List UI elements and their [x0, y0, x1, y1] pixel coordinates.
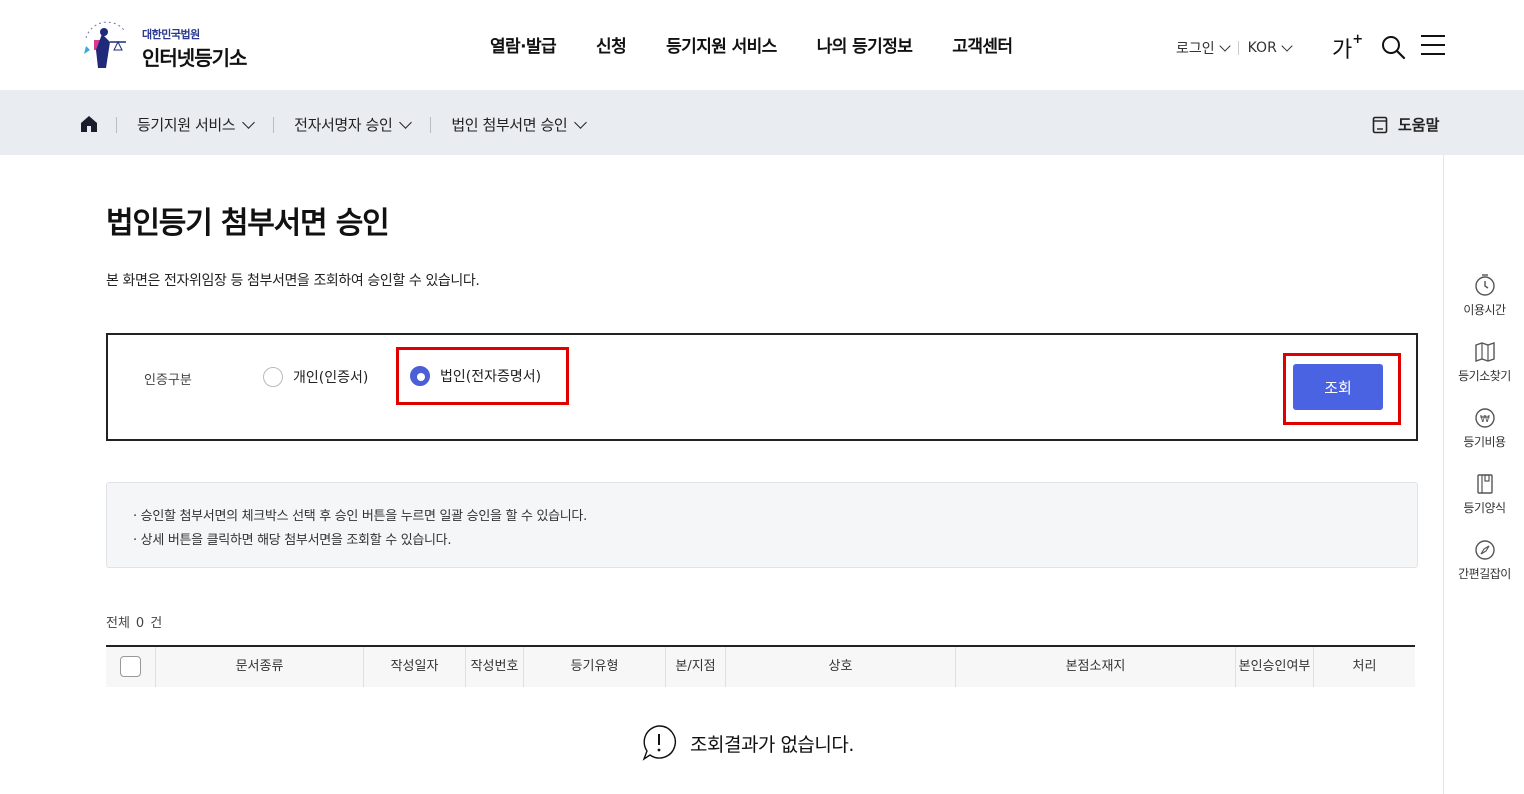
- book-icon: [1476, 474, 1493, 494]
- logo-subtitle: 대한민국법원: [142, 28, 200, 41]
- main-nav: 열람·발급 신청 등기지원 서비스 나의 등기정보 고객센터: [470, 32, 1032, 57]
- header-cell-self-approval[interactable]: 본인승인여부: [1236, 647, 1314, 687]
- compass-icon: [1474, 540, 1495, 560]
- quick-menu: 이용시간 등기소찾기 ₩ 등기비용 등기양식 간편길잡이: [1443, 155, 1524, 794]
- chevron-down-icon: [1218, 40, 1231, 52]
- nav-customer-center[interactable]: 고객센터: [932, 32, 1032, 57]
- breadcrumb-label: 법인 첨부서면 승인: [451, 116, 568, 134]
- empty-message: 조회결과가 없습니다.: [690, 733, 854, 756]
- query-button[interactable]: 조회: [1293, 364, 1383, 410]
- search-icon[interactable]: [1380, 34, 1406, 60]
- select-all-checkbox[interactable]: [120, 656, 141, 677]
- radio-personal-certificate[interactable]: 개인(인증서): [263, 367, 368, 387]
- clock-icon: [1474, 274, 1495, 296]
- divider: [116, 116, 117, 133]
- total-prefix: 전체: [106, 616, 130, 631]
- chevron-down-icon: [399, 116, 413, 129]
- utility-menu: 로그인 KOR: [1176, 38, 1293, 58]
- breadcrumb-item-support-services[interactable]: 등기지원 서비스: [137, 114, 256, 135]
- page-description: 본 화면은 전자위임장 등 첨부서면을 조회하여 승인할 수 있습니다.: [106, 273, 480, 289]
- notice-box: · 승인할 첨부서면의 체크박스 선택 후 승인 버튼을 누르면 일괄 승인을 …: [106, 482, 1418, 568]
- help-doc-icon: [1372, 116, 1388, 133]
- table-header: 문서종류 작성일자 작성번호 등기유형 본/지점 상호 본점소재지 본인승인여부…: [106, 645, 1415, 687]
- login-dropdown[interactable]: 로그인: [1176, 38, 1231, 58]
- divider: [1237, 41, 1239, 55]
- notice-line: · 승인할 첨부서면의 체크박스 선택 후 승인 버튼을 누르면 일괄 승인을 …: [133, 509, 587, 524]
- header-cell-hq-address[interactable]: 본점소재지: [956, 647, 1236, 687]
- divider: [430, 116, 432, 133]
- login-label: 로그인: [1176, 41, 1215, 57]
- result-count: 전체 0 건: [106, 612, 162, 631]
- quick-item-label: 이용시간: [1463, 303, 1506, 317]
- header-cell-branch[interactable]: 본/지점: [666, 647, 726, 687]
- header-cell-date[interactable]: 작성일자: [364, 647, 466, 687]
- radio-button[interactable]: [263, 367, 283, 387]
- home-icon[interactable]: [80, 115, 98, 133]
- help-label: 도움말: [1398, 116, 1440, 134]
- radio-label: 개인(인증서): [293, 370, 369, 386]
- total-count: 0: [135, 616, 145, 631]
- radio-corporate-certificate[interactable]: 법인(전자증명서): [410, 366, 541, 386]
- breadcrumb: 등기지원 서비스 전자서명자 승인 법인 첨부서면 승인: [116, 114, 588, 135]
- header-cell-action[interactable]: 처리: [1314, 647, 1415, 687]
- won-icon: ₩: [1474, 408, 1495, 428]
- svg-text:₩: ₩: [1480, 414, 1490, 425]
- divider: [273, 116, 275, 133]
- font-size-button[interactable]: 가+: [1332, 32, 1363, 64]
- quick-item-hours[interactable]: 이용시간: [1444, 273, 1524, 318]
- quick-item-find-office[interactable]: 등기소찾기: [1444, 341, 1524, 384]
- nav-view-issue[interactable]: 열람·발급: [470, 32, 576, 57]
- quick-item-guide[interactable]: 간편길잡이: [1444, 539, 1524, 582]
- nav-apply[interactable]: 신청: [576, 32, 646, 57]
- font-size-plus: +: [1352, 31, 1364, 47]
- auth-type-label: 인증구분: [144, 373, 192, 388]
- font-size-label: 가: [1332, 38, 1353, 63]
- header-cell-doc-number[interactable]: 작성번호: [466, 647, 524, 687]
- breadcrumb-label: 전자서명자 승인: [294, 116, 393, 134]
- chevron-down-icon: [574, 116, 588, 129]
- quick-item-label: 간편길잡이: [1458, 567, 1511, 581]
- quick-item-fees[interactable]: ₩ 등기비용: [1444, 407, 1524, 450]
- map-icon: [1474, 342, 1495, 362]
- radio-label: 법인(전자증명서): [440, 369, 542, 385]
- site-header: 대한민국법원 인터넷등기소 열람·발급 신청 등기지원 서비스 나의 등기정보 …: [0, 0, 1524, 90]
- help-button[interactable]: 도움말: [1372, 114, 1439, 135]
- breadcrumb-label: 등기지원 서비스: [137, 116, 236, 134]
- quick-item-label: 등기소찾기: [1458, 369, 1511, 383]
- alert-bubble-icon: [642, 725, 677, 761]
- nav-support-services[interactable]: 등기지원 서비스: [646, 32, 797, 57]
- hamburger-menu-icon[interactable]: [1420, 34, 1446, 56]
- page-title: 법인등기 첨부서면 승인: [106, 206, 390, 241]
- language-label: KOR: [1247, 40, 1277, 56]
- language-dropdown[interactable]: KOR: [1247, 40, 1293, 56]
- court-emblem-icon: [84, 21, 126, 68]
- total-suffix: 건: [150, 616, 163, 631]
- header-cell-company-name[interactable]: 상호: [726, 647, 956, 687]
- header-cell-checkbox: [106, 647, 156, 687]
- nav-my-registry[interactable]: 나의 등기정보: [797, 32, 933, 57]
- quick-item-label: 등기비용: [1463, 435, 1506, 449]
- empty-result: 조회결과가 없습니다.: [640, 724, 854, 762]
- header-cell-registry-type[interactable]: 등기유형: [524, 647, 666, 687]
- quick-item-forms[interactable]: 등기양식: [1444, 473, 1524, 516]
- radio-button-selected[interactable]: [410, 366, 430, 386]
- search-panel: 인증구분 개인(인증서) 법인(전자증명서) 조회: [106, 333, 1418, 441]
- quick-item-label: 등기양식: [1463, 501, 1506, 515]
- logo-title: 인터넷등기소: [142, 46, 247, 70]
- site-logo[interactable]: 대한민국법원 인터넷등기소: [80, 18, 270, 76]
- breadcrumb-item-corporate-attachment-approval[interactable]: 법인 첨부서면 승인: [451, 114, 588, 135]
- notice-line: · 상세 버튼을 클릭하면 해당 첨부서면을 조회할 수 있습니다.: [133, 533, 452, 548]
- chevron-down-icon: [1281, 40, 1293, 52]
- breadcrumb-item-signer-approval[interactable]: 전자서명자 승인: [294, 114, 413, 135]
- header-cell-doc-type[interactable]: 문서종류: [156, 647, 364, 687]
- chevron-down-icon: [242, 116, 256, 129]
